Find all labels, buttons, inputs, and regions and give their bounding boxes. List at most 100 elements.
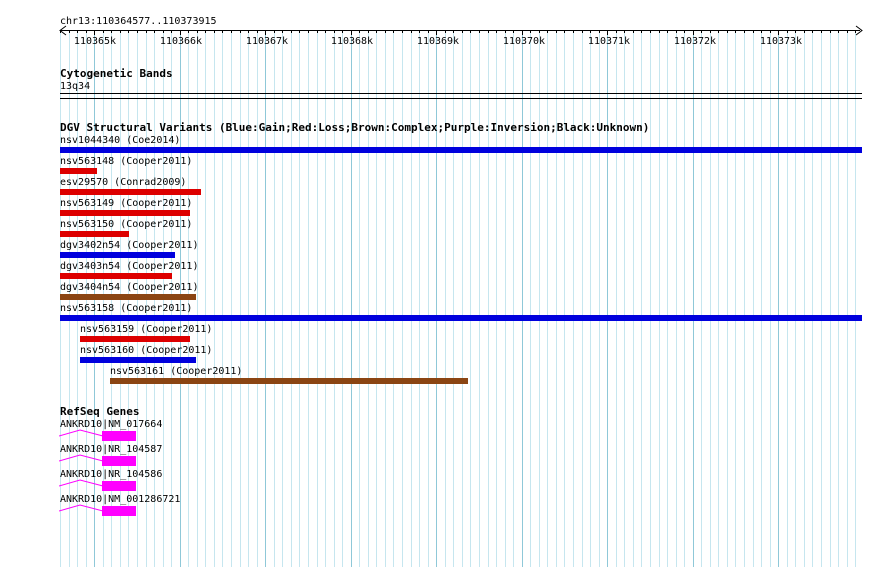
ruler-tick bbox=[393, 30, 394, 33]
variant-label[interactable]: nsv563159 (Cooper2011) bbox=[80, 324, 212, 335]
cytoband-line-bottom bbox=[60, 98, 862, 99]
ruler-tick bbox=[847, 30, 848, 33]
ruler-tick bbox=[701, 30, 702, 33]
variant-bar[interactable] bbox=[60, 168, 97, 174]
ruler-tick bbox=[334, 30, 335, 33]
gene-exon[interactable] bbox=[102, 456, 136, 466]
gene-exon[interactable] bbox=[102, 431, 136, 441]
variant-label[interactable]: nsv563149 (Cooper2011) bbox=[60, 198, 192, 209]
ruler-tick bbox=[368, 30, 369, 33]
tick-label: 110367k bbox=[245, 36, 289, 47]
ruler-tick bbox=[616, 30, 617, 33]
ruler-tick bbox=[496, 30, 497, 33]
variant-bar[interactable] bbox=[60, 294, 196, 300]
ruler-tick bbox=[539, 30, 540, 33]
ruler-tick bbox=[436, 30, 437, 35]
tick-label: 110366k bbox=[159, 36, 203, 47]
ruler-tick bbox=[778, 30, 779, 35]
ruler-tick bbox=[607, 30, 608, 35]
variant-label[interactable]: dgv3402n54 (Cooper2011) bbox=[60, 240, 198, 251]
variant-bar[interactable] bbox=[60, 273, 172, 279]
ruler-tick bbox=[744, 30, 745, 33]
ruler-tick bbox=[419, 30, 420, 33]
variant-bar[interactable] bbox=[60, 252, 175, 258]
gene-exon[interactable] bbox=[102, 506, 136, 516]
ruler-tick bbox=[69, 30, 70, 33]
ruler-tick bbox=[812, 30, 813, 33]
ruler-tick bbox=[547, 30, 548, 33]
ruler-tick bbox=[821, 30, 822, 33]
variant-bar[interactable] bbox=[60, 210, 190, 216]
ruler-tick bbox=[317, 30, 318, 33]
ruler-tick bbox=[830, 30, 831, 33]
ruler-tick bbox=[402, 30, 403, 33]
variant-label[interactable]: nsv563160 (Cooper2011) bbox=[80, 345, 212, 356]
variant-label[interactable]: nsv563158 (Cooper2011) bbox=[60, 303, 192, 314]
variant-bar[interactable] bbox=[60, 231, 129, 237]
ruler-tick bbox=[838, 30, 839, 33]
variant-bar[interactable] bbox=[60, 147, 862, 153]
variant-label[interactable]: nsv1044340 (Coe2014) bbox=[60, 135, 180, 146]
ruler-tick bbox=[718, 30, 719, 33]
variant-label[interactable]: nsv563150 (Cooper2011) bbox=[60, 219, 192, 230]
ruler-tick bbox=[522, 30, 523, 35]
ruler-tick bbox=[120, 30, 121, 33]
gene-intron-line bbox=[59, 429, 104, 437]
variant-label[interactable]: esv29570 (Conrad2009) bbox=[60, 177, 186, 188]
ruler-tick bbox=[710, 30, 711, 33]
ruler-tick bbox=[770, 30, 771, 33]
ruler-tick bbox=[804, 30, 805, 33]
tick-label: 110373k bbox=[759, 36, 803, 47]
variant-label[interactable]: dgv3404n54 (Cooper2011) bbox=[60, 282, 198, 293]
cytoband-line-top bbox=[60, 93, 862, 94]
tick-label: 110371k bbox=[587, 36, 631, 47]
ruler-tick bbox=[171, 30, 172, 33]
ruler-tick bbox=[513, 30, 514, 33]
ruler-tick bbox=[359, 30, 360, 33]
tick-label: 110369k bbox=[416, 36, 460, 47]
refseq-title: RefSeq Genes bbox=[60, 405, 140, 418]
ruler-tick bbox=[573, 30, 574, 33]
ruler-tick bbox=[659, 30, 660, 33]
ruler-tick bbox=[291, 30, 292, 33]
ruler-tick bbox=[282, 30, 283, 33]
variant-bar[interactable] bbox=[110, 378, 468, 384]
variant-label[interactable]: nsv563148 (Cooper2011) bbox=[60, 156, 192, 167]
ruler-tick bbox=[684, 30, 685, 33]
ruler-tick bbox=[240, 30, 241, 33]
ruler-tick bbox=[103, 30, 104, 33]
variant-bar[interactable] bbox=[60, 189, 201, 195]
ruler-tick bbox=[693, 30, 694, 35]
tick-label: 110368k bbox=[330, 36, 374, 47]
ruler-tick bbox=[231, 30, 232, 33]
gene-exon[interactable] bbox=[102, 481, 136, 491]
ruler-tick bbox=[735, 30, 736, 33]
variant-bar[interactable] bbox=[80, 336, 190, 342]
ruler-tick bbox=[351, 30, 352, 35]
ruler-tick bbox=[641, 30, 642, 33]
gene-intron-line bbox=[59, 479, 104, 487]
ruler-tick bbox=[462, 30, 463, 33]
ruler-tick bbox=[222, 30, 223, 33]
ruler-tick bbox=[205, 30, 206, 33]
gene-intron-line bbox=[59, 454, 104, 462]
ruler-tick bbox=[257, 30, 258, 33]
variant-label[interactable]: nsv563161 (Cooper2011) bbox=[110, 366, 242, 377]
variant-bar[interactable] bbox=[60, 315, 862, 321]
cytoband-label[interactable]: 13q34 bbox=[60, 81, 90, 92]
ruler-tick bbox=[111, 30, 112, 33]
ruler-tick bbox=[411, 30, 412, 33]
ruler-tick bbox=[727, 30, 728, 33]
variant-bar[interactable] bbox=[80, 357, 196, 363]
ruler-tick bbox=[163, 30, 164, 33]
tick-label: 110365k bbox=[73, 36, 117, 47]
ruler-tick bbox=[855, 30, 856, 33]
ruler-tick bbox=[488, 30, 489, 33]
ruler-tick bbox=[530, 30, 531, 33]
ruler-tick bbox=[299, 30, 300, 33]
variant-label[interactable]: dgv3403n54 (Cooper2011) bbox=[60, 261, 198, 272]
ruler-tick bbox=[325, 30, 326, 33]
dgv-title: DGV Structural Variants (Blue:Gain;Red:L… bbox=[60, 121, 650, 134]
ruler-tick bbox=[128, 30, 129, 33]
ruler-tick bbox=[633, 30, 634, 33]
